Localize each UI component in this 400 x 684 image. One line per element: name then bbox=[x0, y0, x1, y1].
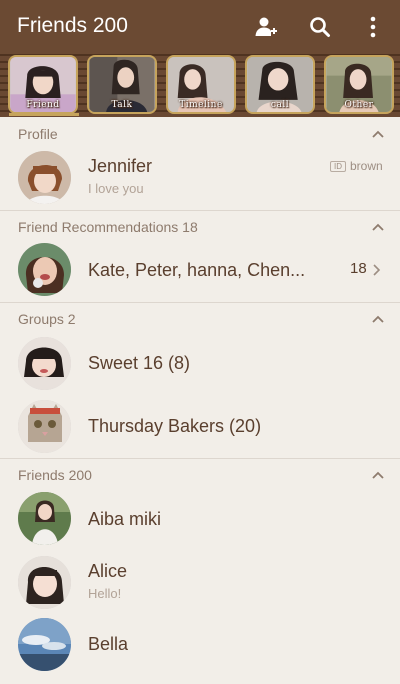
avatar bbox=[18, 492, 71, 545]
profile-id: ID brown bbox=[330, 159, 383, 173]
chevron-up-icon[interactable] bbox=[371, 127, 385, 141]
group-name: Sweet 16 (8) bbox=[88, 353, 191, 373]
tab-other-label: Other bbox=[344, 100, 374, 110]
recommendations-count: 18 bbox=[350, 260, 367, 277]
profile-name: Jennifer bbox=[88, 156, 153, 176]
friends-section-title: Friends 200 bbox=[18, 467, 92, 483]
add-friend-icon[interactable] bbox=[252, 13, 280, 41]
chevron-right-icon bbox=[373, 264, 381, 276]
avatar bbox=[18, 151, 71, 204]
group-name: Thursday Bakers (20) bbox=[88, 416, 262, 436]
chevron-up-icon[interactable] bbox=[371, 220, 385, 234]
tab-bar: Friend Talk Timeline call Other bbox=[0, 54, 400, 117]
top-bar: Friends 200 bbox=[0, 0, 400, 54]
profile-status-message: I love you bbox=[88, 181, 144, 196]
recommendations-section-header[interactable]: Friend Recommendations 18 bbox=[0, 210, 400, 243]
friend-name: Aiba miki bbox=[88, 509, 162, 529]
tab-friend[interactable]: Friend bbox=[8, 55, 78, 114]
my-profile-row[interactable]: Jennifer I love you ID brown bbox=[0, 150, 400, 208]
id-badge: ID bbox=[330, 160, 346, 172]
friend-row-bella[interactable]: Bella bbox=[0, 614, 400, 674]
chevron-up-icon[interactable] bbox=[371, 312, 385, 326]
tab-talk-label: Talk bbox=[111, 100, 133, 110]
recommendations-row[interactable]: Kate, Peter, hanna, Chen... 18 bbox=[0, 242, 400, 300]
avatar bbox=[18, 556, 71, 609]
chevron-up-icon[interactable] bbox=[371, 468, 385, 482]
recommendations-names: Kate, Peter, hanna, Chen... bbox=[88, 260, 306, 280]
friend-row-aiba-miki[interactable]: Aiba miki bbox=[0, 490, 400, 550]
group-row-sweet-16[interactable]: Sweet 16 (8) bbox=[0, 334, 400, 394]
avatar bbox=[18, 618, 71, 671]
friend-status-message: Hello! bbox=[88, 586, 122, 601]
tab-call[interactable]: call bbox=[245, 55, 315, 114]
group-row-thursday-bakers[interactable]: Thursday Bakers (20) bbox=[0, 396, 400, 456]
avatar bbox=[18, 243, 71, 296]
friend-name: Alice bbox=[88, 561, 128, 581]
profile-id-value: brown bbox=[350, 159, 383, 173]
tab-friend-label: Friend bbox=[26, 100, 60, 110]
groups-section-title: Groups 2 bbox=[18, 311, 76, 327]
more-options-icon[interactable] bbox=[359, 13, 387, 41]
active-tab-indicator bbox=[9, 113, 79, 116]
groups-section-header[interactable]: Groups 2 bbox=[0, 302, 400, 335]
friend-name: Bella bbox=[88, 634, 129, 654]
avatar bbox=[18, 337, 71, 390]
tab-other[interactable]: Other bbox=[324, 55, 394, 114]
tab-timeline-label: Timeline bbox=[179, 100, 223, 110]
tab-timeline[interactable]: Timeline bbox=[166, 55, 236, 114]
tab-call-label: call bbox=[270, 100, 290, 110]
friend-row-alice[interactable]: Alice Hello! bbox=[0, 552, 400, 612]
friends-section-header[interactable]: Friends 200 bbox=[0, 458, 400, 491]
page-title: Friends 200 bbox=[17, 14, 128, 37]
profile-section-header[interactable]: Profile bbox=[0, 118, 400, 151]
recommendations-section-title: Friend Recommendations 18 bbox=[18, 219, 198, 235]
tab-talk[interactable]: Talk bbox=[87, 55, 157, 114]
profile-section-title: Profile bbox=[18, 126, 58, 142]
search-icon[interactable] bbox=[306, 13, 334, 41]
avatar bbox=[18, 400, 71, 453]
